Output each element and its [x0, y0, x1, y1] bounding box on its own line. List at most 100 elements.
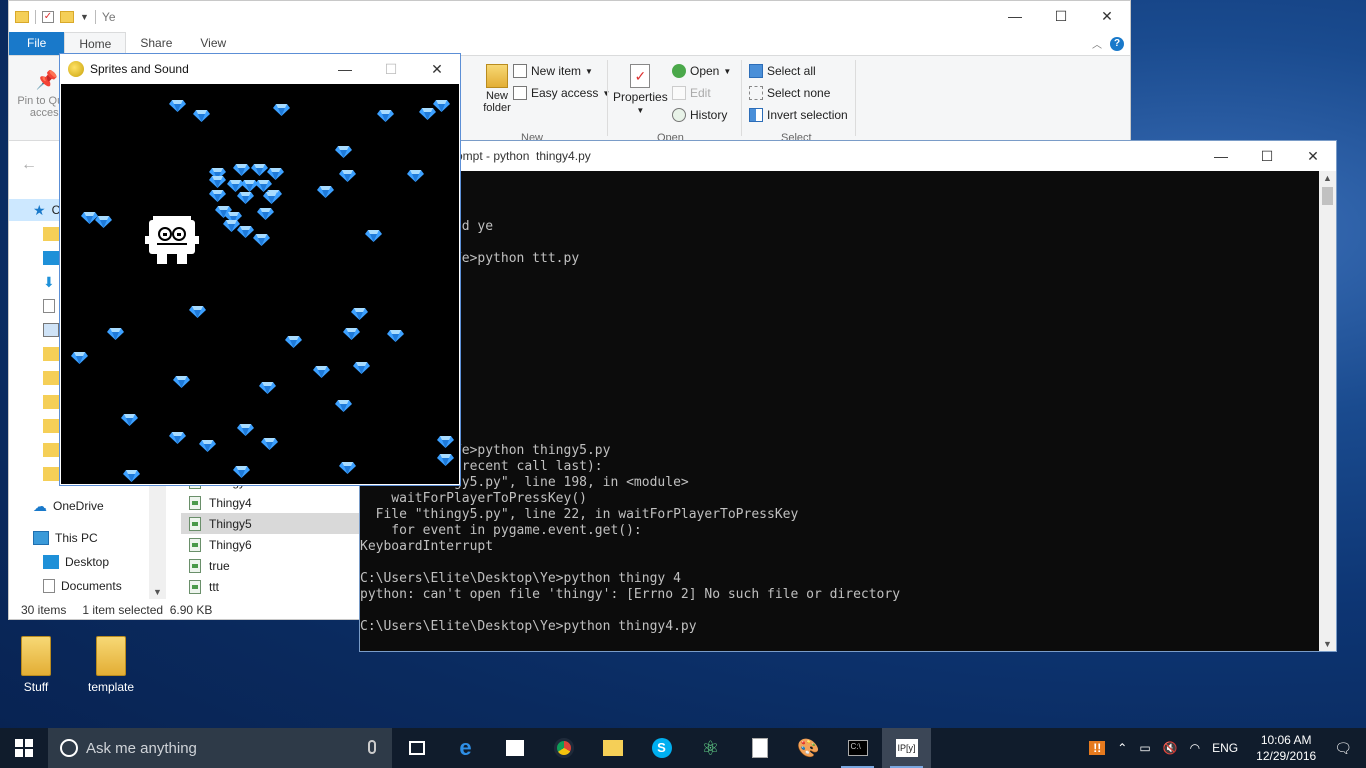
download-arrow-icon: ⬇	[43, 273, 55, 290]
console-line: python: can't open file 'thingy': [Errno…	[360, 587, 901, 602]
wifi-icon[interactable]: ◠	[1190, 741, 1200, 755]
document-icon	[43, 299, 55, 313]
maximize-button[interactable]: ☐	[1038, 1, 1084, 31]
microphone-icon[interactable]	[368, 740, 376, 754]
game-window: Sprites and Sound — ☐ ✕	[59, 53, 461, 486]
scroll-down-icon[interactable]: ▼	[1323, 639, 1332, 649]
desktop-icon-stuff[interactable]: Stuff	[6, 636, 66, 694]
selection-info: 1 item selected 6.90 KB	[82, 603, 213, 617]
maximize-button[interactable]: ☐	[1244, 141, 1290, 171]
search-box[interactable]: Ask me anything	[48, 728, 392, 768]
chevron-up-icon[interactable]: ⌃	[1117, 741, 1127, 755]
easy-access-button[interactable]: Easy access ▼	[513, 86, 610, 100]
divider	[607, 60, 608, 136]
diamond-sprite	[71, 352, 88, 364]
divider	[94, 9, 96, 24]
close-button[interactable]: ✕	[1084, 1, 1130, 31]
cmd-scrollbar[interactable]: ▲ ▼	[1319, 171, 1336, 651]
folder-icon	[21, 636, 51, 676]
chrome-icon	[553, 738, 574, 758]
diamond-sprite	[267, 168, 284, 180]
task-view-button[interactable]	[392, 728, 441, 768]
paint-button[interactable]	[735, 728, 784, 768]
help-icon[interactable]: ?	[1110, 36, 1124, 51]
diamond-sprite	[313, 366, 330, 378]
select-all-button[interactable]: Select all	[749, 64, 816, 78]
tab-share[interactable]: Share	[126, 32, 186, 55]
properties-quick-icon[interactable]: ✓	[42, 10, 54, 23]
nav-item-this-pc[interactable]: This PC	[9, 527, 164, 549]
window-title: ompt - python thingy4.py	[456, 149, 591, 163]
history-button[interactable]: History	[672, 108, 727, 122]
command-prompt-window: ompt - python thingy4.py — ☐ ✕ te>cd des…	[359, 140, 1337, 652]
tab-file[interactable]: File	[9, 32, 65, 55]
minimize-button[interactable]: —	[992, 1, 1038, 31]
folder-icon	[43, 371, 59, 385]
diamond-sprite	[437, 454, 454, 466]
file-explorer-button[interactable]	[588, 728, 637, 768]
edge-button[interactable]: e	[441, 728, 490, 768]
game-title-bar: Sprites and Sound — ☐ ✕	[60, 54, 460, 83]
python-taskbar-button[interactable]: IP[y]	[882, 728, 931, 768]
start-button[interactable]	[0, 728, 48, 768]
cmd-taskbar-button[interactable]: C:\	[833, 728, 882, 768]
minimize-button[interactable]: —	[1198, 141, 1244, 171]
properties-button[interactable]: ✓ Properties ▼	[613, 64, 668, 115]
list-item[interactable]: Thingy5	[181, 513, 361, 534]
folder-icon	[43, 467, 59, 481]
list-item[interactable]: ttt	[181, 576, 361, 597]
invert-selection-button[interactable]: Invert selection	[749, 108, 848, 122]
store-button[interactable]	[490, 728, 539, 768]
new-folder-quick-icon[interactable]	[60, 10, 74, 23]
maximize-button: ☐	[384, 60, 398, 77]
scroll-up-icon[interactable]: ▲	[1323, 173, 1332, 183]
clock-time: 10:06 AM	[1260, 733, 1312, 747]
close-button[interactable]: ✕	[1290, 141, 1336, 171]
edit-button[interactable]: Edit	[672, 86, 711, 100]
select-none-button[interactable]: Select none	[749, 86, 830, 100]
chrome-button[interactable]	[539, 728, 588, 768]
invert-selection-icon	[749, 108, 763, 122]
new-item-button[interactable]: New item ▼	[513, 64, 593, 78]
new-folder-button[interactable]: New folder	[477, 64, 517, 114]
desktop-icon-template[interactable]: template	[81, 636, 141, 694]
volume-icon[interactable]: 🔇	[1163, 741, 1178, 755]
paint3d-button[interactable]: 🎨	[784, 728, 833, 768]
diamond-sprite	[209, 190, 226, 202]
list-item[interactable]: Thingy4	[181, 492, 361, 513]
list-item[interactable]: true	[181, 555, 361, 576]
battery-icon[interactable]: ▭	[1139, 741, 1150, 755]
action-center-icon[interactable]: 🗨	[1334, 740, 1352, 757]
tab-home[interactable]: Home	[64, 32, 127, 55]
diamond-sprite	[365, 230, 382, 242]
nav-item-desktop[interactable]: Desktop	[9, 551, 164, 573]
minimize-button[interactable]: —	[322, 54, 368, 84]
nav-item-documents[interactable]: Documents	[9, 575, 164, 597]
nav-item-onedrive[interactable]: ☁ OneDrive	[9, 495, 164, 517]
atom-button[interactable]: ⚛	[686, 728, 735, 768]
language-indicator[interactable]: ENG	[1212, 741, 1238, 755]
taskbar: Ask me anything e S ⚛ 🎨 C:\ IP[y] !! ⌃ ▭…	[0, 728, 1366, 768]
scroll-thumb[interactable]	[1322, 187, 1333, 205]
close-button[interactable]: ✕	[414, 54, 460, 84]
diamond-sprite	[237, 192, 254, 204]
chevron-down-icon[interactable]: ▼	[153, 587, 162, 597]
tab-view[interactable]: View	[186, 32, 240, 55]
chevron-down-icon[interactable]: ▼	[80, 12, 89, 22]
list-item[interactable]: Thingy6	[181, 534, 361, 555]
desktop-icon	[43, 251, 59, 265]
game-canvas[interactable]	[61, 84, 459, 484]
diamond-sprite	[343, 328, 360, 340]
collapse-ribbon-icon[interactable]: ︿	[1092, 36, 1102, 51]
open-button[interactable]: Open ▼	[672, 64, 731, 78]
open-label: Open	[690, 64, 720, 78]
cmd-title-bar: ompt - python thingy4.py — ☐ ✕	[360, 141, 1336, 171]
back-arrow-icon[interactable]: ←	[21, 156, 37, 174]
notification-warning-icon[interactable]: !!	[1089, 741, 1106, 755]
skype-button[interactable]: S	[637, 728, 686, 768]
clock[interactable]: 10:06 AM 12/29/2016	[1256, 732, 1316, 764]
file-name: true	[209, 558, 230, 573]
diamond-sprite	[335, 146, 352, 158]
diamond-sprite	[335, 400, 352, 412]
console-output[interactable]: te>cd desktopite\Desktop>cd yeite\Deskto…	[360, 171, 1320, 651]
